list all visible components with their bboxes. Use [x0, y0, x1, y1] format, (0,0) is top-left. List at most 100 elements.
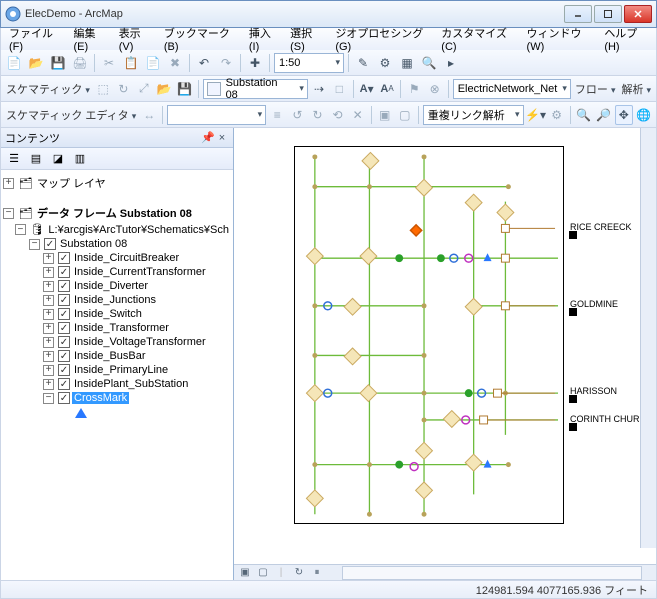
- list-by-drawing-order-tab[interactable]: ☰: [5, 150, 23, 168]
- catalog-button[interactable]: ▦: [397, 53, 417, 73]
- layer-checkbox[interactable]: ✓: [58, 350, 70, 362]
- open-button[interactable]: 📂: [26, 53, 46, 73]
- toolbox-button[interactable]: ⚙: [375, 53, 395, 73]
- text-aa-button[interactable]: AA: [378, 79, 396, 99]
- delete-button[interactable]: ✖: [165, 53, 185, 73]
- menu-file[interactable]: ファイル(F): [5, 23, 66, 55]
- flag-button[interactable]: ⚑: [405, 79, 423, 99]
- expand-toggle[interactable]: +: [43, 267, 54, 278]
- layer-checkbox[interactable]: ✓: [58, 392, 70, 404]
- expand-toggle[interactable]: +: [43, 253, 54, 264]
- layer-checkbox[interactable]: ✓: [58, 294, 70, 306]
- save-diagram-button[interactable]: 💾: [175, 79, 193, 99]
- pan-highlight-button[interactable]: ✥: [615, 105, 633, 125]
- remove-vertex-button[interactable]: ✕: [349, 105, 367, 125]
- layer-checkbox[interactable]: ✓: [44, 238, 56, 250]
- expand-toggle[interactable]: +: [43, 337, 54, 348]
- pin-icon[interactable]: 📌: [201, 131, 215, 144]
- menu-bookmarks[interactable]: ブックマーク(B): [160, 23, 241, 55]
- expand-toggle[interactable]: +: [43, 323, 54, 334]
- print-button[interactable]: 🖨: [70, 53, 90, 73]
- layer-item[interactable]: Inside_PrimaryLine: [72, 364, 170, 376]
- minimize-button[interactable]: [564, 5, 592, 23]
- layer-item[interactable]: Inside_Switch: [72, 308, 144, 320]
- layout-task-button[interactable]: ⚡▾: [526, 105, 546, 125]
- generate-diagram-button[interactable]: ⬚: [94, 79, 112, 99]
- rotate-left-button[interactable]: ↺: [288, 105, 306, 125]
- layer-item[interactable]: Inside_Transformer: [72, 322, 171, 334]
- zoom-out-button[interactable]: 🔎: [595, 105, 613, 125]
- zoom-in-button[interactable]: 🔍: [575, 105, 593, 125]
- align-button[interactable]: ≡: [268, 105, 286, 125]
- pause-button[interactable]: ⏸: [310, 566, 324, 580]
- full-extent-button[interactable]: 🌐: [635, 105, 653, 125]
- barrier-button[interactable]: ⊗: [425, 79, 443, 99]
- edit-move-button[interactable]: ↔: [140, 105, 158, 125]
- data-view-tab[interactable]: ▣: [238, 566, 252, 580]
- expand-toggle[interactable]: +: [43, 295, 54, 306]
- menu-edit[interactable]: 編集(E): [70, 23, 111, 55]
- menu-view[interactable]: 表示(V): [115, 23, 156, 55]
- editor-combo[interactable]: [167, 105, 266, 125]
- editor-toolbar-button[interactable]: ✎: [353, 53, 373, 73]
- python-button[interactable]: ▸: [441, 53, 461, 73]
- expand-toggle[interactable]: +: [43, 365, 54, 376]
- analysis-menu[interactable]: 解析: [619, 81, 653, 97]
- new-button[interactable]: 📄: [4, 53, 24, 73]
- update-diagram-button[interactable]: ↻: [114, 79, 132, 99]
- layer-item[interactable]: Inside_VoltageTransformer: [72, 336, 208, 348]
- layer-item[interactable]: Inside_Diverter: [72, 280, 150, 292]
- maximize-button[interactable]: [594, 5, 622, 23]
- cut-button[interactable]: ✂: [99, 53, 119, 73]
- layer-item[interactable]: CrossMark: [72, 392, 129, 404]
- rotate-free-button[interactable]: ⟲: [329, 105, 347, 125]
- layer-item[interactable]: Inside_Junctions: [72, 294, 158, 306]
- collapse-button[interactable]: ▣: [376, 105, 394, 125]
- add-data-button[interactable]: ✚: [245, 53, 265, 73]
- layer-checkbox[interactable]: ✓: [58, 266, 70, 278]
- layer-checkbox[interactable]: ✓: [58, 322, 70, 334]
- list-by-source-tab[interactable]: ▤: [27, 150, 45, 168]
- expand-toggle[interactable]: +: [43, 281, 54, 292]
- schematic-menu[interactable]: スケマティック: [4, 81, 92, 97]
- map-canvas[interactable]: RICE CREECK GOLDMINE HARISSON CORINTH CH…: [234, 128, 656, 564]
- layer-item[interactable]: Inside_CurrentTransformer: [72, 266, 208, 278]
- expand-toggle[interactable]: −: [43, 393, 54, 404]
- layer-checkbox[interactable]: ✓: [58, 378, 70, 390]
- network-combo[interactable]: ElectricNetwork_Net: [453, 79, 571, 99]
- scrollbar-horizontal[interactable]: [342, 566, 642, 580]
- menu-customize[interactable]: カスタマイズ(C): [437, 23, 518, 55]
- list-by-visibility-tab[interactable]: ◪: [49, 150, 67, 168]
- menu-select[interactable]: 選択(S): [286, 23, 327, 55]
- open-diagram-button[interactable]: 📂: [155, 79, 173, 99]
- save-button[interactable]: 💾: [48, 53, 68, 73]
- flow-menu[interactable]: フロー: [573, 81, 618, 97]
- layer-checkbox[interactable]: ✓: [58, 280, 70, 292]
- close-toc-button[interactable]: ×: [215, 132, 229, 144]
- menu-help[interactable]: ヘルプ(H): [600, 23, 652, 55]
- close-button[interactable]: [624, 5, 652, 23]
- layer-checkbox[interactable]: ✓: [58, 252, 70, 264]
- toc-tree[interactable]: +🗂マップ レイヤ −🗂データ フレーム Substation 08 −🛢L:¥…: [1, 170, 233, 580]
- layout-view-tab[interactable]: ▢: [256, 566, 270, 580]
- layout-settings-button[interactable]: ⚙: [548, 105, 566, 125]
- text-a-button[interactable]: A▾: [358, 79, 376, 99]
- paste-button[interactable]: 📄: [143, 53, 163, 73]
- copy-button[interactable]: 📋: [121, 53, 141, 73]
- refresh-button[interactable]: ↻: [292, 566, 306, 580]
- menu-window[interactable]: ウィンドウ(W): [523, 23, 597, 55]
- expand-toggle[interactable]: +: [43, 309, 54, 320]
- redo-button[interactable]: ↷: [216, 53, 236, 73]
- schematic-editor-menu[interactable]: スケマティック エディタ: [4, 107, 138, 123]
- expand-toggle[interactable]: +: [43, 351, 54, 362]
- layer-checkbox[interactable]: ✓: [58, 308, 70, 320]
- scale-combo[interactable]: 1:50: [274, 53, 344, 73]
- menu-geoprocessing[interactable]: ジオプロセシング(G): [331, 23, 433, 55]
- undo-button[interactable]: ↶: [194, 53, 214, 73]
- layer-combo[interactable]: Substation 08: [203, 79, 308, 99]
- scrollbar-vertical[interactable]: [640, 128, 656, 548]
- layer-checkbox[interactable]: ✓: [58, 364, 70, 376]
- layer-item[interactable]: Inside_BusBar: [72, 350, 148, 362]
- layer-checkbox[interactable]: ✓: [58, 336, 70, 348]
- fit-button[interactable]: ⤢: [135, 79, 153, 99]
